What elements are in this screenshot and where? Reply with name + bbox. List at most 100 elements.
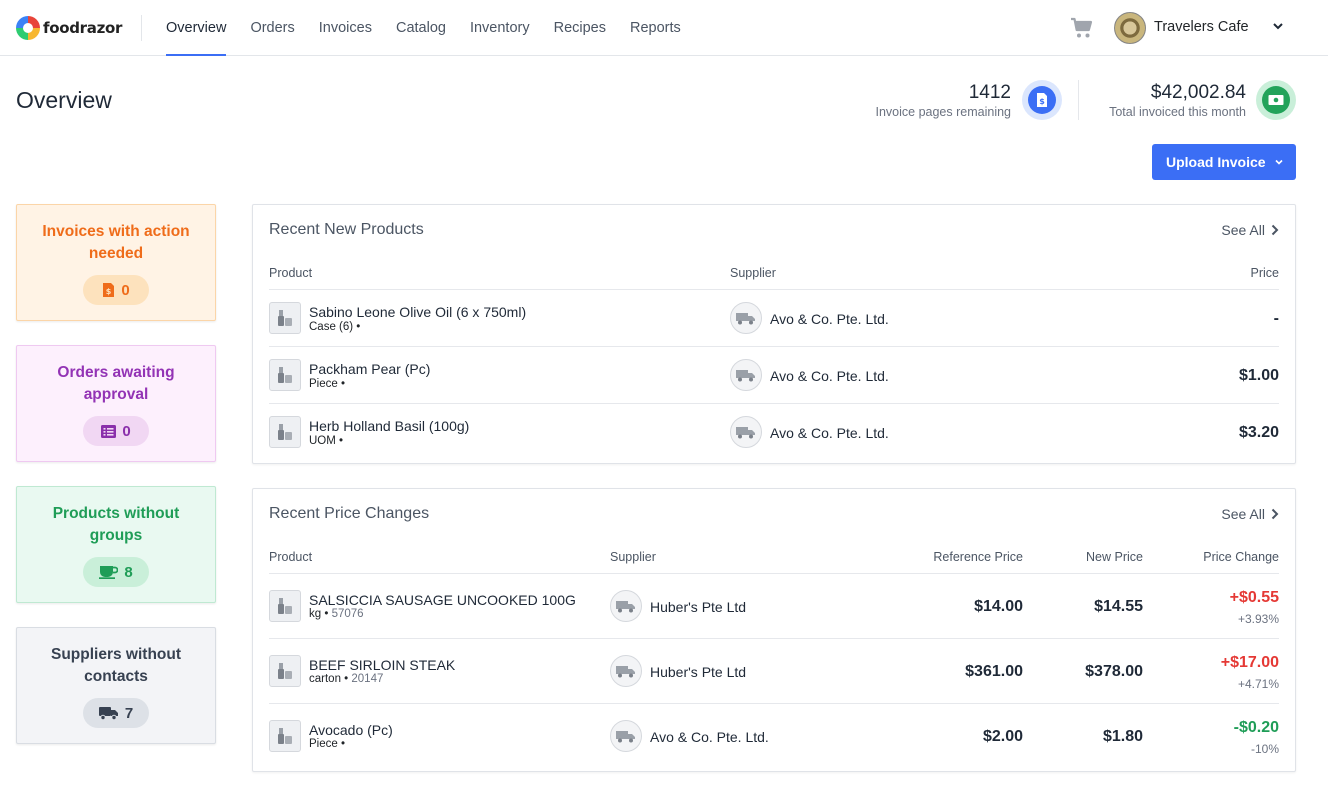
chevron-right-icon	[1271, 508, 1279, 520]
column-header-supplier: Supplier	[730, 266, 776, 280]
invoices-action-needed-card[interactable]: Invoices with action needed $ 0	[16, 204, 216, 321]
nav-recipes[interactable]: Recipes	[554, 0, 606, 56]
product-image-icon	[269, 590, 301, 622]
brand-logo[interactable]: foodrazor	[16, 16, 122, 40]
truck-icon	[610, 655, 642, 687]
truck-icon	[730, 302, 762, 334]
reference-price: $361.00	[965, 663, 1023, 680]
pages-remaining-stat: 1412 Invoice pages remaining	[876, 82, 1012, 119]
nav-catalog[interactable]: Catalog	[396, 0, 446, 56]
panel-title: Recent New Products	[269, 221, 424, 238]
table-row[interactable]: SALSICCIA SAUSAGE UNCOOKED 100G kg • 570…	[269, 573, 1279, 638]
upload-invoice-label: Upload Invoice	[1166, 154, 1266, 170]
table-row[interactable]: BEEF SIRLOIN STEAK carton • 20147 Huber'…	[269, 638, 1279, 703]
price-change-percent: +3.93%	[1237, 612, 1279, 626]
count-badge: 0	[83, 416, 149, 446]
nav-inventory[interactable]: Inventory	[470, 0, 530, 56]
panel-title: Recent Price Changes	[269, 505, 430, 522]
upload-invoice-button[interactable]: Upload Invoice	[1152, 144, 1296, 180]
product-name[interactable]: BEEF SIRLOIN STEAK	[309, 657, 455, 673]
supplier-name[interactable]: Avo & Co. Pte. Ltd.	[770, 425, 889, 441]
see-all-link[interactable]: See All	[1221, 222, 1279, 238]
supplier-name[interactable]: Huber's Pte Ltd	[650, 599, 746, 615]
pages-remaining-value: 1412	[968, 82, 1011, 103]
product-unit: Piece •	[309, 738, 346, 750]
card-title: Invoices with action needed	[42, 223, 190, 262]
main-nav: Overview Orders Invoices Catalog Invento…	[166, 0, 705, 56]
product-image-icon	[269, 416, 301, 448]
see-all-label: See All	[1221, 506, 1265, 522]
product-unit: kg • 57076	[309, 608, 364, 620]
count-badge: 8	[83, 557, 149, 587]
reference-price: $14.00	[974, 598, 1023, 615]
new-price: $14.55	[1094, 598, 1143, 615]
reference-price: $2.00	[982, 728, 1023, 745]
product-name[interactable]: Herb Holland Basil (100g)	[309, 418, 469, 434]
column-header-price: Price	[1250, 266, 1279, 280]
see-all-label: See All	[1221, 222, 1265, 238]
product-image-icon	[269, 302, 301, 334]
top-navbar: foodrazor Overview Orders Invoices Catal…	[0, 0, 1328, 56]
total-invoiced-value: $42,002.84	[1150, 82, 1246, 103]
column-header-supplier: Supplier	[610, 550, 656, 564]
product-unit: Piece •	[309, 378, 346, 390]
count-badge: 7	[83, 698, 149, 728]
venue-name[interactable]: Travelers Cafe	[1154, 19, 1249, 35]
truck-icon	[98, 707, 118, 720]
table-row[interactable]: Herb Holland Basil (100g) UOM • Avo & Co…	[269, 403, 1279, 460]
supplier-name[interactable]: Avo & Co. Pte. Ltd.	[650, 729, 769, 745]
supplier-name[interactable]: Avo & Co. Pte. Ltd.	[770, 311, 889, 327]
suppliers-without-contacts-card[interactable]: Suppliers without contacts 7	[16, 627, 216, 744]
truck-icon	[730, 416, 762, 448]
list-icon	[101, 424, 117, 438]
column-header-product: Product	[269, 550, 313, 564]
product-name[interactable]: Packham Pear (Pc)	[309, 361, 430, 377]
table-row[interactable]: Avocado (Pc) Piece • Avo & Co. Pte. Ltd.…	[269, 703, 1279, 768]
nav-orders[interactable]: Orders	[250, 0, 294, 56]
product-price: $1.00	[1238, 367, 1279, 384]
count-value: 0	[122, 422, 131, 440]
chevron-down-icon[interactable]	[1274, 157, 1284, 167]
chevron-right-icon	[1271, 224, 1279, 236]
recent-price-changes-panel: Recent Price Changes See All Product Sup…	[252, 488, 1296, 772]
count-value: 7	[124, 704, 134, 722]
product-code: 20147	[351, 673, 384, 685]
invoice-pages-icon: $	[1022, 80, 1062, 120]
foodrazor-logo-icon	[16, 16, 40, 40]
card-title: Products without groups	[52, 505, 180, 544]
product-price: $3.20	[1238, 424, 1279, 441]
nav-divider	[141, 15, 142, 41]
nav-overview[interactable]: Overview	[166, 0, 227, 56]
new-price: $1.80	[1102, 728, 1143, 745]
supplier-name[interactable]: Avo & Co. Pte. Ltd.	[770, 368, 889, 384]
pages-remaining-label: Invoice pages remaining	[875, 105, 1012, 119]
column-header-new-price: New Price	[1086, 550, 1143, 564]
nav-reports[interactable]: Reports	[630, 0, 681, 56]
product-price: -	[1273, 310, 1279, 327]
orders-awaiting-approval-card[interactable]: Orders awaiting approval 0	[16, 345, 216, 462]
product-name[interactable]: SALSICCIA SAUSAGE UNCOOKED 100G	[309, 592, 576, 608]
table-row[interactable]: Packham Pear (Pc) Piece • Avo & Co. Pte.…	[269, 346, 1279, 403]
product-name[interactable]: Avocado (Pc)	[309, 722, 393, 738]
svg-text:$: $	[106, 287, 112, 296]
count-badge: $ 0	[83, 275, 149, 305]
product-unit: carton • 20147	[309, 673, 384, 685]
supplier-name[interactable]: Huber's Pte Ltd	[650, 664, 746, 680]
cart-icon[interactable]	[1070, 16, 1094, 40]
page-title: Overview	[16, 87, 112, 113]
table-row[interactable]: Sabino Leone Olive Oil (6 x 750ml) Case …	[269, 289, 1279, 346]
venue-avatar[interactable]	[1114, 12, 1146, 44]
products-without-groups-card[interactable]: Products without groups 8	[16, 486, 216, 603]
nav-invoices[interactable]: Invoices	[319, 0, 372, 56]
see-all-link[interactable]: See All	[1221, 506, 1279, 522]
chevron-down-icon[interactable]	[1272, 20, 1284, 32]
total-invoiced-stat: $42,002.84 Total invoiced this month	[1109, 82, 1246, 119]
product-code: 57076	[331, 608, 364, 620]
column-header-reference-price: Reference Price	[933, 550, 1023, 564]
money-icon	[1256, 80, 1296, 120]
product-image-icon	[269, 655, 301, 687]
stat-divider	[1078, 80, 1079, 120]
new-price: $378.00	[1085, 663, 1143, 680]
column-header-product: Product	[269, 266, 313, 280]
product-name[interactable]: Sabino Leone Olive Oil (6 x 750ml)	[309, 304, 526, 320]
